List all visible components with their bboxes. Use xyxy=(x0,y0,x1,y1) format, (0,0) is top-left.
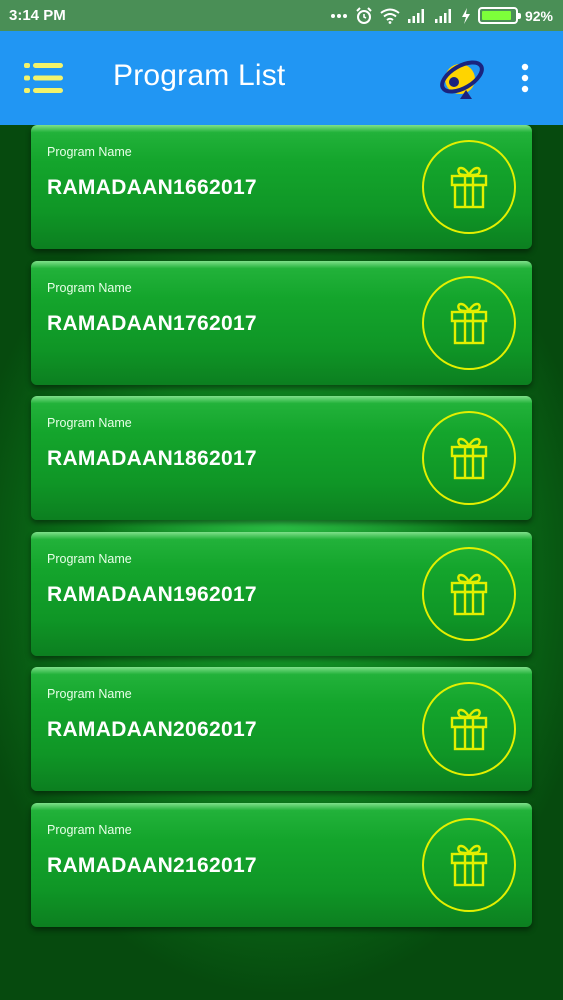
gift-icon[interactable] xyxy=(422,817,516,912)
program-name: RAMADAAN2162017 xyxy=(47,853,257,877)
program-name: RAMADAAN1962017 xyxy=(47,582,257,606)
more-vert-icon[interactable] xyxy=(514,61,536,97)
program-card[interactable]: Program Name RAMADAAN1862017 xyxy=(31,396,532,520)
battery-icon xyxy=(477,7,521,24)
alarm-icon xyxy=(355,6,373,25)
page-title: Program List xyxy=(113,59,286,92)
program-name: RAMADAAN1662017 xyxy=(47,176,257,199)
gift-icon[interactable] xyxy=(422,682,516,776)
wifi-icon xyxy=(380,8,400,24)
program-name: RAMADAAN1762017 xyxy=(47,311,257,335)
program-name-label: Program Name xyxy=(47,687,132,701)
app-logo xyxy=(436,55,488,101)
signal-icon xyxy=(434,8,454,23)
program-name-label: Program Name xyxy=(47,822,132,837)
gift-icon[interactable] xyxy=(422,275,516,370)
program-card[interactable]: Program Name RAMADAAN1762017 xyxy=(31,260,532,385)
program-name-label: Program Name xyxy=(47,416,132,430)
charging-icon xyxy=(461,7,471,24)
status-time: 3:14 PM xyxy=(9,7,66,24)
program-name-label: Program Name xyxy=(47,551,132,566)
status-icons: 92% xyxy=(330,6,553,25)
gift-icon[interactable] xyxy=(422,411,516,505)
status-bar: 3:14 PM 92% xyxy=(0,0,563,31)
program-name-label: Program Name xyxy=(47,280,132,295)
program-card[interactable]: Program Name RAMADAAN1962017 xyxy=(31,531,532,656)
program-name-label: Program Name xyxy=(47,145,132,159)
battery-level xyxy=(481,11,512,20)
program-card[interactable]: Program Name RAMADAAN2162017 xyxy=(31,802,532,927)
dots-icon xyxy=(330,13,348,19)
app-bar: Program List xyxy=(0,31,563,125)
program-name: RAMADAAN2062017 xyxy=(47,718,257,741)
gift-icon[interactable] xyxy=(422,140,516,234)
program-name: RAMADAAN1862017 xyxy=(47,447,257,470)
signal-icon xyxy=(407,8,427,23)
program-card[interactable]: Program Name RAMADAAN1662017 xyxy=(31,125,532,249)
battery-percent: 92% xyxy=(524,7,553,24)
program-card[interactable]: Program Name RAMADAAN2062017 xyxy=(31,667,532,791)
gift-icon[interactable] xyxy=(422,546,516,641)
list-menu-icon[interactable] xyxy=(24,61,64,95)
program-list: Program Name RAMADAAN1662017 Program Name R… xyxy=(0,125,563,1000)
